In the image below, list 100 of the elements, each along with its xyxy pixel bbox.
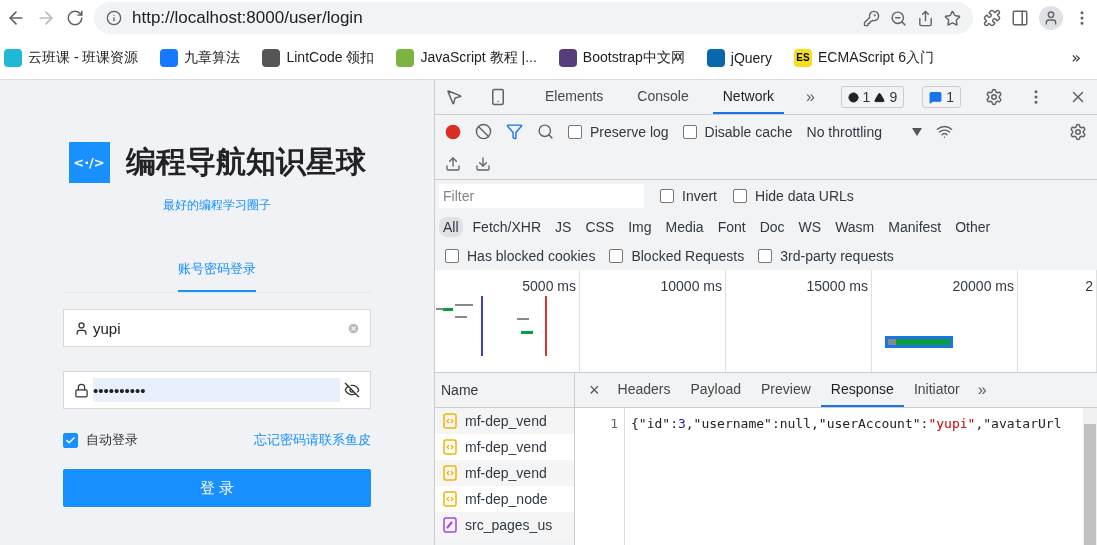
settings-icon[interactable] [1069, 122, 1087, 141]
type-filter[interactable]: Wasm [831, 217, 879, 237]
code-line: {"id":3,"username":null,"userAccount":"yupi","avatarUrl [630, 415, 1063, 433]
message-icon [929, 90, 943, 104]
request-row[interactable]: src_pages_us [435, 512, 574, 538]
time-tick: 10000 ms [660, 278, 722, 295]
type-filter[interactable]: Doc [755, 217, 789, 237]
bookmark[interactable]: 九章算法 [160, 48, 241, 67]
time-tick: 5000 ms [522, 278, 576, 295]
request-row[interactable]: mf-dep_vend [435, 460, 574, 486]
type-filter[interactable]: Font [713, 217, 750, 237]
bookmark[interactable]: jQuery [706, 48, 772, 67]
detail-tab[interactable]: Headers [607, 373, 681, 407]
download-icon[interactable] [475, 155, 491, 172]
address-bar[interactable]: http://localhost:8000/user/login [94, 2, 973, 34]
app-title: 编程导航知识星球 [125, 143, 366, 181]
key-icon[interactable] [863, 9, 880, 27]
line-number: 1 [610, 416, 618, 431]
preserve-log-label: Preserve log [590, 123, 669, 140]
disable-cache-label: Disable cache [704, 123, 793, 140]
checkbox[interactable] [660, 189, 674, 203]
panel-tab[interactable]: Elements [535, 80, 614, 114]
avatar-icon[interactable] [1039, 6, 1063, 30]
pen-file-icon [443, 517, 457, 533]
type-filter[interactable]: Img [624, 217, 656, 237]
side-panel-icon[interactable] [1011, 9, 1029, 27]
time-tick: 15000 ms [806, 278, 868, 295]
code-file-icon [443, 465, 457, 481]
type-filter[interactable]: JS [551, 217, 576, 237]
user-icon [74, 320, 89, 336]
invert-label: Invert [682, 188, 717, 204]
panel-tab[interactable]: Console [627, 80, 699, 114]
request-row[interactable]: mf-dep_node [435, 486, 574, 512]
filter-icon[interactable] [506, 123, 523, 140]
type-filter[interactable]: WS [794, 217, 826, 237]
checkbox[interactable] [758, 249, 773, 263]
bookmark[interactable]: 云班课 - 班课资源 [4, 48, 139, 67]
eye-off-icon[interactable] [344, 382, 360, 398]
detail-tab[interactable]: Payload [680, 373, 752, 407]
warning-icon [874, 91, 886, 103]
type-filter[interactable]: Manifest [884, 217, 946, 237]
code-file-icon [443, 491, 457, 507]
time-tick: 20000 ms [952, 278, 1014, 295]
more-tabs[interactable]: » [798, 88, 823, 106]
detail-tab[interactable]: Preview [751, 373, 821, 407]
share-icon[interactable] [917, 9, 934, 27]
inspect-icon[interactable] [445, 88, 463, 106]
request-filter-label: Has blocked cookies [467, 248, 596, 264]
bookmark[interactable]: Bootstrap中文网 [558, 48, 685, 67]
messages-counter[interactable]: 1 [922, 86, 961, 108]
zoom-out-icon[interactable] [890, 9, 907, 27]
puzzle-icon[interactable] [983, 9, 1001, 27]
clear-icon[interactable] [475, 123, 492, 140]
request-filter-label: Blocked Requests [631, 248, 745, 264]
settings-icon[interactable] [985, 88, 1003, 106]
filter-field[interactable]: Filter [439, 184, 644, 208]
subtitle: 最好的编程学习圈子 [163, 197, 271, 214]
request-row[interactable]: mf-dep_vend [435, 434, 574, 460]
device-icon[interactable] [489, 88, 507, 106]
panel-tab[interactable]: Network [712, 80, 785, 114]
detail-tab[interactable]: Initiator [903, 373, 970, 407]
type-filter[interactable]: Media [661, 217, 708, 237]
dropdown-caret-icon [912, 127, 922, 136]
password-field[interactable]: •••••••••• [63, 371, 371, 409]
code-file-icon [443, 413, 457, 429]
checkbox[interactable] [733, 189, 747, 203]
bookmark[interactable]: LintCode 领扣 [262, 48, 375, 67]
star-icon[interactable] [944, 9, 961, 27]
error-icon [847, 91, 859, 103]
checkbox[interactable] [445, 249, 459, 263]
bookmark[interactable]: JavaScript 教程 |... [396, 48, 537, 67]
check-icon [65, 434, 76, 446]
issues-counter[interactable]: 1 9 [840, 86, 905, 108]
throttling-select[interactable]: No throttling [806, 123, 922, 140]
detail-tab[interactable]: Response [820, 373, 904, 407]
checkbox[interactable] [609, 249, 624, 263]
request-row[interactable]: mf-dep_vend [435, 408, 574, 434]
info-icon [106, 10, 122, 26]
checkbox[interactable] [568, 124, 582, 139]
scrollbar[interactable] [1083, 408, 1097, 545]
close-button[interactable]: × [581, 373, 608, 407]
type-filter[interactable]: All [439, 217, 463, 237]
more-tabs[interactable]: » [969, 373, 995, 407]
lock-icon [74, 382, 89, 398]
checkbox[interactable] [682, 124, 697, 139]
network-settings-icon[interactable] [936, 123, 953, 140]
hide-data-urls-label: Hide data URLs [755, 188, 854, 204]
bookmark[interactable]: ES ECMAScript 6入门 [794, 48, 934, 67]
username-field[interactable]: yupi [63, 309, 371, 347]
remember-label: 自动登录 [86, 431, 138, 449]
request-filter-label: 3rd-party requests [780, 248, 894, 264]
type-filter[interactable]: Fetch/XHR [468, 217, 546, 237]
upload-icon[interactable] [445, 155, 461, 172]
record-icon[interactable] [445, 123, 461, 140]
checkbox[interactable] [63, 432, 78, 448]
type-filter[interactable]: CSS [581, 217, 619, 237]
search-icon[interactable] [537, 123, 554, 140]
type-filter[interactable]: Other [951, 217, 995, 237]
more-bookmarks[interactable]: » [1071, 48, 1093, 67]
reload-icon[interactable] [66, 9, 84, 27]
